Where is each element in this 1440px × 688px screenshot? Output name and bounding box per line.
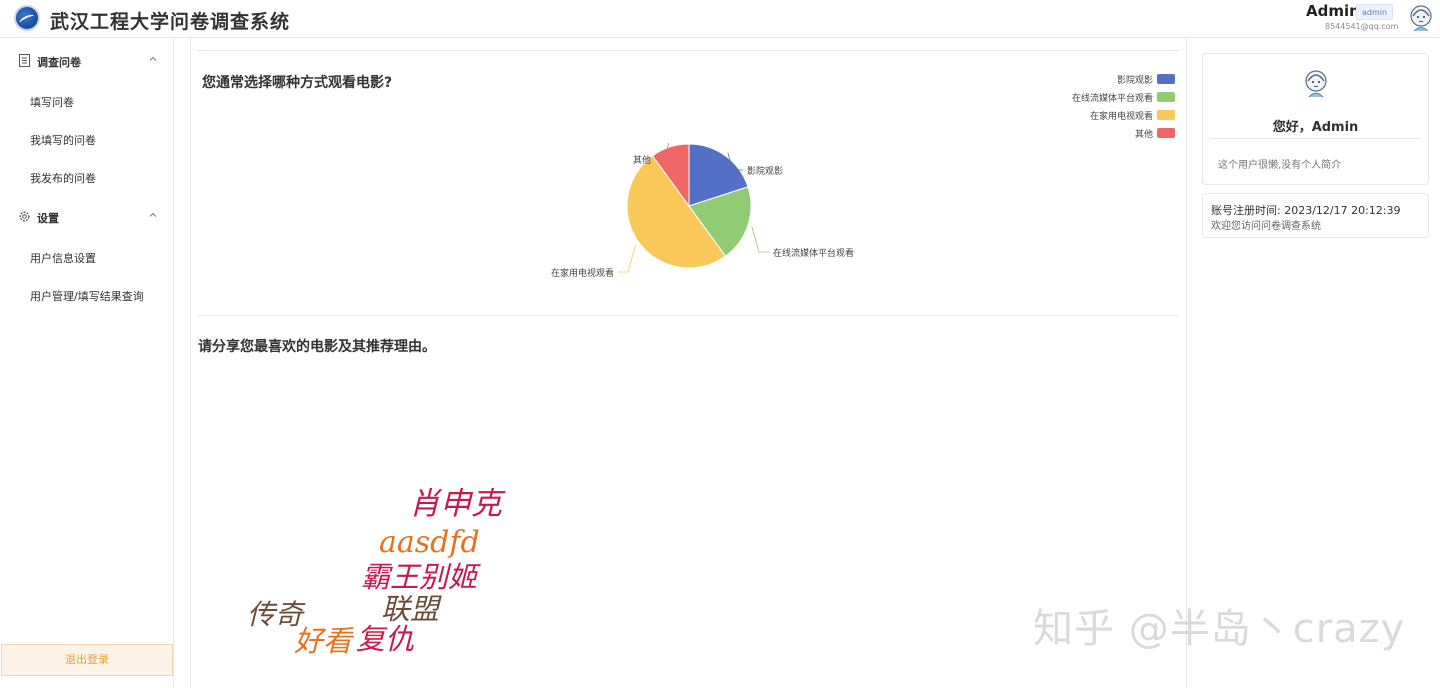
sidebar-item-my-published[interactable]: 我发布的问卷 [0, 157, 173, 195]
sidebar-item-label: 我填写的问卷 [30, 134, 96, 147]
legend-label[interactable]: 在线流媒体平台观看 [1072, 92, 1153, 104]
word-cloud-word: 复仇 [356, 622, 415, 656]
sidebar-item-user-management[interactable]: 用户管理/填写结果查询 [0, 275, 173, 313]
pie-slice-label: 其他 [633, 154, 651, 166]
profile-card: 您好，Admin 这个用户很懒,没有个人简介 [1202, 53, 1429, 185]
legend-swatch[interactable] [1157, 92, 1175, 102]
university-logo-icon [14, 5, 40, 31]
menu-group-label: 设置 [37, 212, 59, 225]
pie-label-line [618, 244, 636, 273]
word-cloud-word: 好看 [294, 624, 353, 658]
divider [197, 315, 1179, 316]
account-info-card: 账号注册时间: 2023/12/17 20:12:39 欢迎您访问问卷调查系统 [1202, 193, 1429, 238]
sidebar: 调查问卷 填写问卷 我填写的问卷 我发布的问卷 设置 用户信息设置 用户管理/填… [0, 38, 174, 688]
watermark: 知乎 @半岛丶crazy [1033, 606, 1406, 652]
menu-group-settings[interactable]: 设置 [0, 196, 173, 234]
sidebar-item-label: 用户信息设置 [30, 252, 96, 265]
pie-slice-label: 影院观影 [747, 165, 783, 177]
question-title: 请分享您最喜欢的电影及其推荐理由。 [198, 339, 436, 355]
sidebar-item-user-settings[interactable]: 用户信息设置 [0, 237, 173, 275]
user-email: 8544541@qq.com [1325, 22, 1399, 31]
avatar[interactable] [1303, 68, 1329, 98]
register-time: 账号注册时间: 2023/12/17 20:12:39 [1211, 204, 1401, 217]
pie-slice-label: 在线流媒体平台观看 [773, 247, 854, 259]
user-role-badge: admin [1356, 4, 1394, 20]
main-content: 您通常选择哪种方式观看电影? 影院观影 在线流媒体平台观看 在家用电视观看 其他 影院观… [190, 38, 1186, 688]
legend-swatch[interactable] [1157, 74, 1175, 84]
divider [1186, 38, 1187, 688]
legend-label[interactable]: 其他 [1135, 128, 1153, 140]
logout-button[interactable]: 退出登录 [1, 644, 173, 676]
divider [1211, 138, 1420, 139]
sidebar-item-label: 填写问卷 [30, 96, 74, 109]
sidebar-item-label: 用户管理/填写结果查询 [30, 290, 144, 303]
legend-swatch[interactable] [1157, 128, 1175, 138]
top-header: 武汉工程大学问卷调查系统 Admin admin 8544541@qq.com [0, 0, 1440, 38]
chevron-up-icon [149, 212, 157, 217]
legend-label[interactable]: 影院观影 [1117, 74, 1153, 86]
legend-swatch[interactable] [1157, 110, 1175, 120]
pie-label-line [751, 226, 769, 253]
sidebar-item-my-filled[interactable]: 我填写的问卷 [0, 119, 173, 157]
legend-label[interactable]: 在家用电视观看 [1090, 110, 1153, 122]
user-name[interactable]: Admin [1306, 2, 1360, 20]
chevron-up-icon [149, 56, 157, 61]
pie-slice-label: 在家用电视观看 [551, 267, 614, 279]
menu-group-survey[interactable]: 调查问卷 [0, 40, 173, 78]
menu-group-label: 调查问卷 [37, 56, 81, 69]
gear-icon [19, 211, 30, 222]
document-icon [19, 54, 30, 67]
app-title: 武汉工程大学问卷调查系统 [50, 11, 291, 33]
divider [197, 50, 1179, 51]
word-cloud-word: 肖申克 [409, 486, 502, 522]
sidebar-item-fill-survey[interactable]: 填写问卷 [0, 81, 173, 119]
greeting: 您好，Admin [1272, 120, 1359, 135]
user-bio: 这个用户很懒,没有个人简介 [1218, 160, 1342, 171]
pie-chart: 影院观影在线流媒体平台观看在家用电视观看其他影院观影在线流媒体平台观看在家用电视… [551, 74, 1175, 279]
welcome-text: 欢迎您访问问卷调查系统 [1211, 221, 1321, 232]
avatar[interactable] [1408, 4, 1434, 32]
sidebar-item-label: 我发布的问卷 [30, 172, 96, 185]
